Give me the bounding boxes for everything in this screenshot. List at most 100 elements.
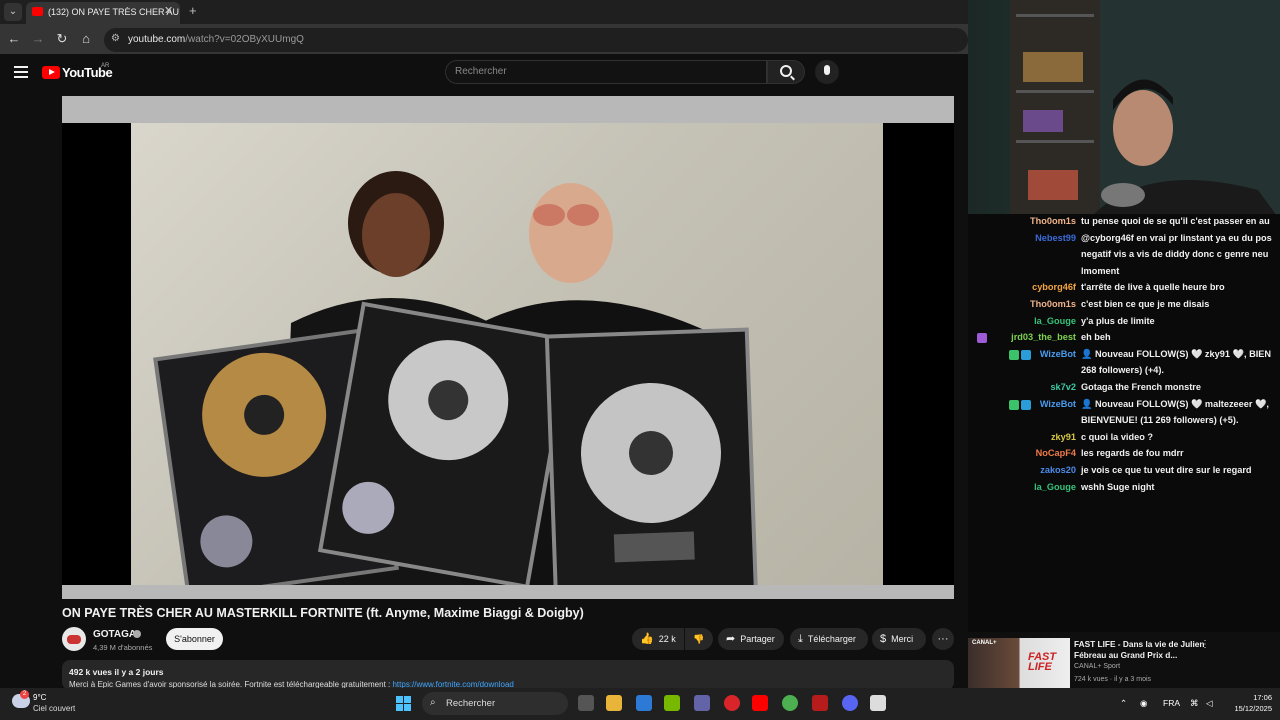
share-icon: ➦ (726, 633, 736, 645)
chat-username[interactable]: cyborg46f (1032, 282, 1076, 292)
thanks-icon: $ (880, 633, 887, 645)
recommendation-thumbnail[interactable]: CANAL+ FAST LIFE (968, 638, 1070, 688)
file-explorer-icon[interactable] (606, 695, 622, 711)
chat-text: les regards de fou mdrr (1081, 448, 1184, 459)
chat-text: Gotaga the French monstre (1081, 382, 1201, 392)
like-count: 22 k (658, 634, 676, 644)
webcam-scene (1010, 0, 1280, 220)
chat-badge-icon (1008, 349, 1019, 360)
share-label: Partager (740, 634, 775, 644)
network-icon[interactable]: ⌘ (1190, 698, 1199, 709)
weather-desc[interactable]: Ciel couvert (33, 704, 75, 713)
nvidia-icon[interactable] (664, 695, 680, 711)
chat-text: c'est bien ce que je me disais (1081, 299, 1210, 309)
chat-username[interactable]: WizeBot (1040, 349, 1076, 359)
like-button[interactable]: 👍 22 k (632, 628, 684, 650)
url-domain: youtube.com (128, 34, 186, 45)
notepad-icon[interactable] (870, 695, 886, 711)
chat-text: 268 followers) (+4). (1081, 365, 1164, 376)
chat-text: je vois ce que tu veut dire sur le regar… (1081, 465, 1252, 475)
channel-name[interactable]: GOTAGA (93, 629, 136, 640)
clock-time: 17:06 (1253, 693, 1272, 702)
views-and-date: 492 k vues il y a 2 jours (69, 667, 164, 677)
reload-icon[interactable]: ↻ (54, 31, 70, 47)
chrome-icon[interactable] (782, 695, 798, 711)
video-title: ON PAYE TRÈS CHER AU MASTERKILL FORTNITE… (62, 606, 584, 620)
tray-app-icon[interactable]: ◉ (1140, 698, 1147, 709)
tab-search-menu-icon[interactable]: ⌄ (4, 3, 22, 21)
chat-username[interactable]: la_Gouge (1034, 482, 1076, 492)
volume-icon[interactable]: ◁ (1206, 698, 1213, 709)
thanks-button[interactable]: $ Merci (872, 628, 926, 650)
back-arrow-icon[interactable]: ← (6, 31, 22, 47)
more-actions-button[interactable]: ··· (932, 628, 954, 650)
task-view-icon[interactable] (578, 695, 594, 711)
forward-arrow-icon[interactable]: → (30, 31, 46, 47)
tray-chevron-icon[interactable]: ⌃ (1120, 698, 1127, 709)
media-player-icon[interactable] (724, 695, 740, 711)
video-letterbox-bottom (62, 585, 954, 599)
video-letterbox-top (62, 96, 954, 123)
chat-badge-icon (1020, 349, 1031, 360)
teams-icon[interactable] (694, 695, 710, 711)
chat-text: eh beh (1081, 332, 1111, 343)
video-frame-illustration (153, 171, 758, 585)
tab-youtube[interactable]: (132) ON PAYE TRÈS CHER AU M (26, 2, 180, 24)
home-icon[interactable]: ⌂ (78, 31, 94, 47)
chat-text: lmoment (1081, 265, 1120, 276)
youtube-favicon-icon (32, 7, 43, 16)
search-placeholder: Rechercher (455, 66, 507, 77)
recommendation-channel[interactable]: CANAL+ Sport (1074, 663, 1120, 670)
chat-text: c quoi la video ? (1081, 431, 1153, 442)
channel-avatar[interactable] (62, 627, 86, 651)
site-info-icon[interactable]: ⚙ (111, 33, 123, 45)
taskbar-search-icon: ⌕ (430, 697, 436, 708)
chat-badge-icon (1008, 399, 1019, 410)
clock[interactable]: 17:06 15/12/2025 (1226, 693, 1272, 713)
search-icon (780, 65, 792, 77)
dislike-button[interactable]: 👎 (685, 628, 713, 650)
chat-username[interactable]: la_Gouge (1034, 316, 1076, 326)
thumbs-down-icon: 👎 (693, 634, 705, 644)
chat-text: y'a plus de limite (1081, 315, 1155, 326)
youtube-logo-icon[interactable] (42, 66, 60, 79)
chat-username[interactable]: WizeBot (1040, 399, 1076, 409)
chat-username[interactable]: zakos20 (1040, 465, 1076, 475)
download-button[interactable]: ⤓ Télécharger (790, 628, 868, 650)
chat-username[interactable]: Nebest99 (1035, 233, 1076, 243)
recommendation-title[interactable]: FAST LIFE - Dans la vie de Julien Fébrea… (1074, 639, 1214, 661)
thumbnail-label: FAST LIFE (1028, 651, 1057, 673)
chat-text: 👤 Nouveau FOLLOW(S) 🤍 zky91 🤍, BIEN (1081, 348, 1272, 359)
chat-text: tu pense quoi de se qu'il c'est passer e… (1081, 216, 1270, 226)
share-button[interactable]: ➦ Partager (718, 628, 784, 650)
url-text[interactable]: youtube.com/watch?v=02OByXUUmgQ (128, 34, 304, 45)
streaming-app-icon[interactable] (812, 695, 828, 711)
chat-text: BIENVENUE! (11 269 followers) (+5). (1081, 415, 1239, 426)
chat-username[interactable]: jrd03_the_best (1011, 332, 1076, 342)
subscribe-button[interactable]: S'abonner (166, 628, 223, 650)
chat-username[interactable]: zky91 (1051, 432, 1076, 442)
chat-username[interactable]: Tho0om1s (1030, 216, 1076, 226)
chat-text: t'arrête de live à quelle heure bro (1081, 282, 1225, 293)
discord-icon[interactable] (842, 695, 858, 711)
chat-username[interactable]: Tho0om1s (1030, 299, 1076, 309)
url-path: /watch?v=02OByXUUmgQ (185, 34, 304, 45)
microphone-icon[interactable] (815, 60, 839, 84)
verified-check-icon (133, 630, 141, 638)
download-label: Télécharger (807, 634, 856, 644)
menu-icon[interactable] (14, 66, 28, 78)
streamer-webcam (968, 0, 1280, 220)
windows-start-icon[interactable] (396, 696, 412, 712)
store-icon[interactable] (636, 695, 652, 711)
chat-username[interactable]: NoCapF4 (1036, 448, 1076, 458)
youtube-app-icon[interactable] (752, 695, 768, 711)
recommendation-meta: 724 k vues · il y a 3 mois (1074, 676, 1152, 683)
recommendation-more-icon[interactable]: ⋮ (1200, 639, 1210, 650)
thanks-label: Merci (891, 634, 914, 644)
new-tab-icon[interactable]: + (189, 3, 197, 18)
video-frame-image[interactable] (131, 123, 883, 585)
chat-username[interactable]: sk7v2 (1050, 382, 1076, 392)
language-indicator[interactable]: FRA (1163, 698, 1180, 708)
tab-close-icon[interactable]: ✕ (164, 4, 173, 17)
weather-temp[interactable]: 9°C (33, 693, 46, 702)
